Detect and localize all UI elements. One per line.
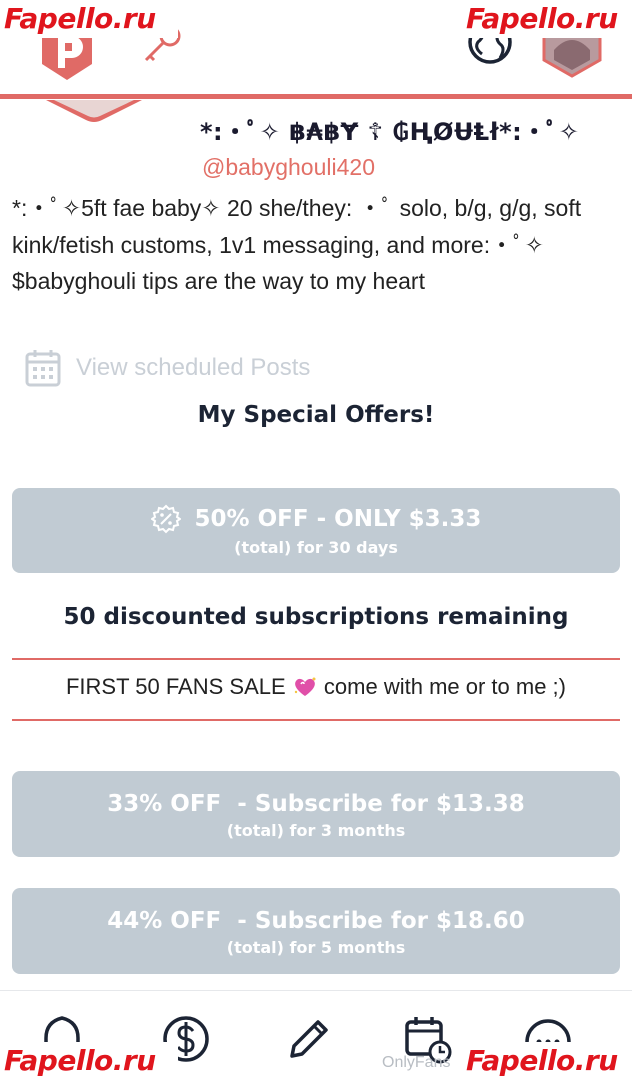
sale-text-tail: come with me or to me ;): [323, 674, 566, 699]
sale-message: FIRST 50 FANS SALE come with me or to me…: [0, 674, 632, 700]
divider: [12, 658, 620, 660]
bottom-nav-divider: [0, 990, 632, 991]
profile-name: *:・ﾟ✧ ฿₳฿Ɏ ☦ ₲ⱧØɄⱠł*:・ﾟ✧: [200, 118, 580, 146]
discount-offer-button[interactable]: 50% OFF - ONLY $3.33 (total) for 30 days: [12, 488, 620, 573]
watermark: Fapello.ru: [462, 0, 632, 38]
top-bar-divider: [0, 94, 632, 99]
view-scheduled-posts-link[interactable]: View scheduled Posts: [24, 348, 310, 388]
watermark: Fapello.ru: [462, 1042, 632, 1080]
bundle-label: 44% OFF - Subscribe for $18.60: [107, 908, 525, 934]
remaining-subscriptions: 50 discounted subscriptions remaining: [63, 604, 569, 630]
watermark: Fapello.ru: [0, 0, 178, 38]
view-scheduled-posts-label: View scheduled Posts: [76, 354, 311, 381]
profile-avatar-edge: [46, 100, 142, 122]
profile-handle[interactable]: @babyghouli420: [202, 154, 375, 181]
discount-offer-duration: (total) for 30 days: [234, 538, 398, 557]
special-offers-title: My Special Offers!: [197, 402, 435, 428]
discount-badge-icon: [150, 504, 181, 534]
bundle-duration: (total) for 3 months: [226, 821, 406, 840]
profile-bio: *:・ﾟ✧5ft fae baby✧ 20 she/they: ・ﾟ solo,…: [12, 195, 582, 294]
sparkling-heart-icon: [294, 677, 316, 696]
discount-offer-label: 50% OFF - ONLY $3.33: [194, 506, 482, 532]
pencil-icon[interactable]: [284, 1014, 332, 1064]
watermark: Fapello.ru: [0, 1042, 178, 1080]
bundle-duration: (total) for 5 months: [226, 938, 406, 957]
calendar-icon: [25, 350, 61, 387]
bundle-label: 33% OFF - Subscribe for $13.38: [107, 791, 525, 817]
bundle-5-months-button[interactable]: 44% OFF - Subscribe for $18.60 (total) f…: [12, 888, 620, 974]
footer-brand: OnlyFans: [382, 1054, 451, 1071]
bundle-3-months-button[interactable]: 33% OFF - Subscribe for $13.38 (total) f…: [12, 771, 620, 857]
divider: [12, 719, 620, 721]
sale-text: FIRST 50 FANS SALE: [65, 674, 286, 699]
